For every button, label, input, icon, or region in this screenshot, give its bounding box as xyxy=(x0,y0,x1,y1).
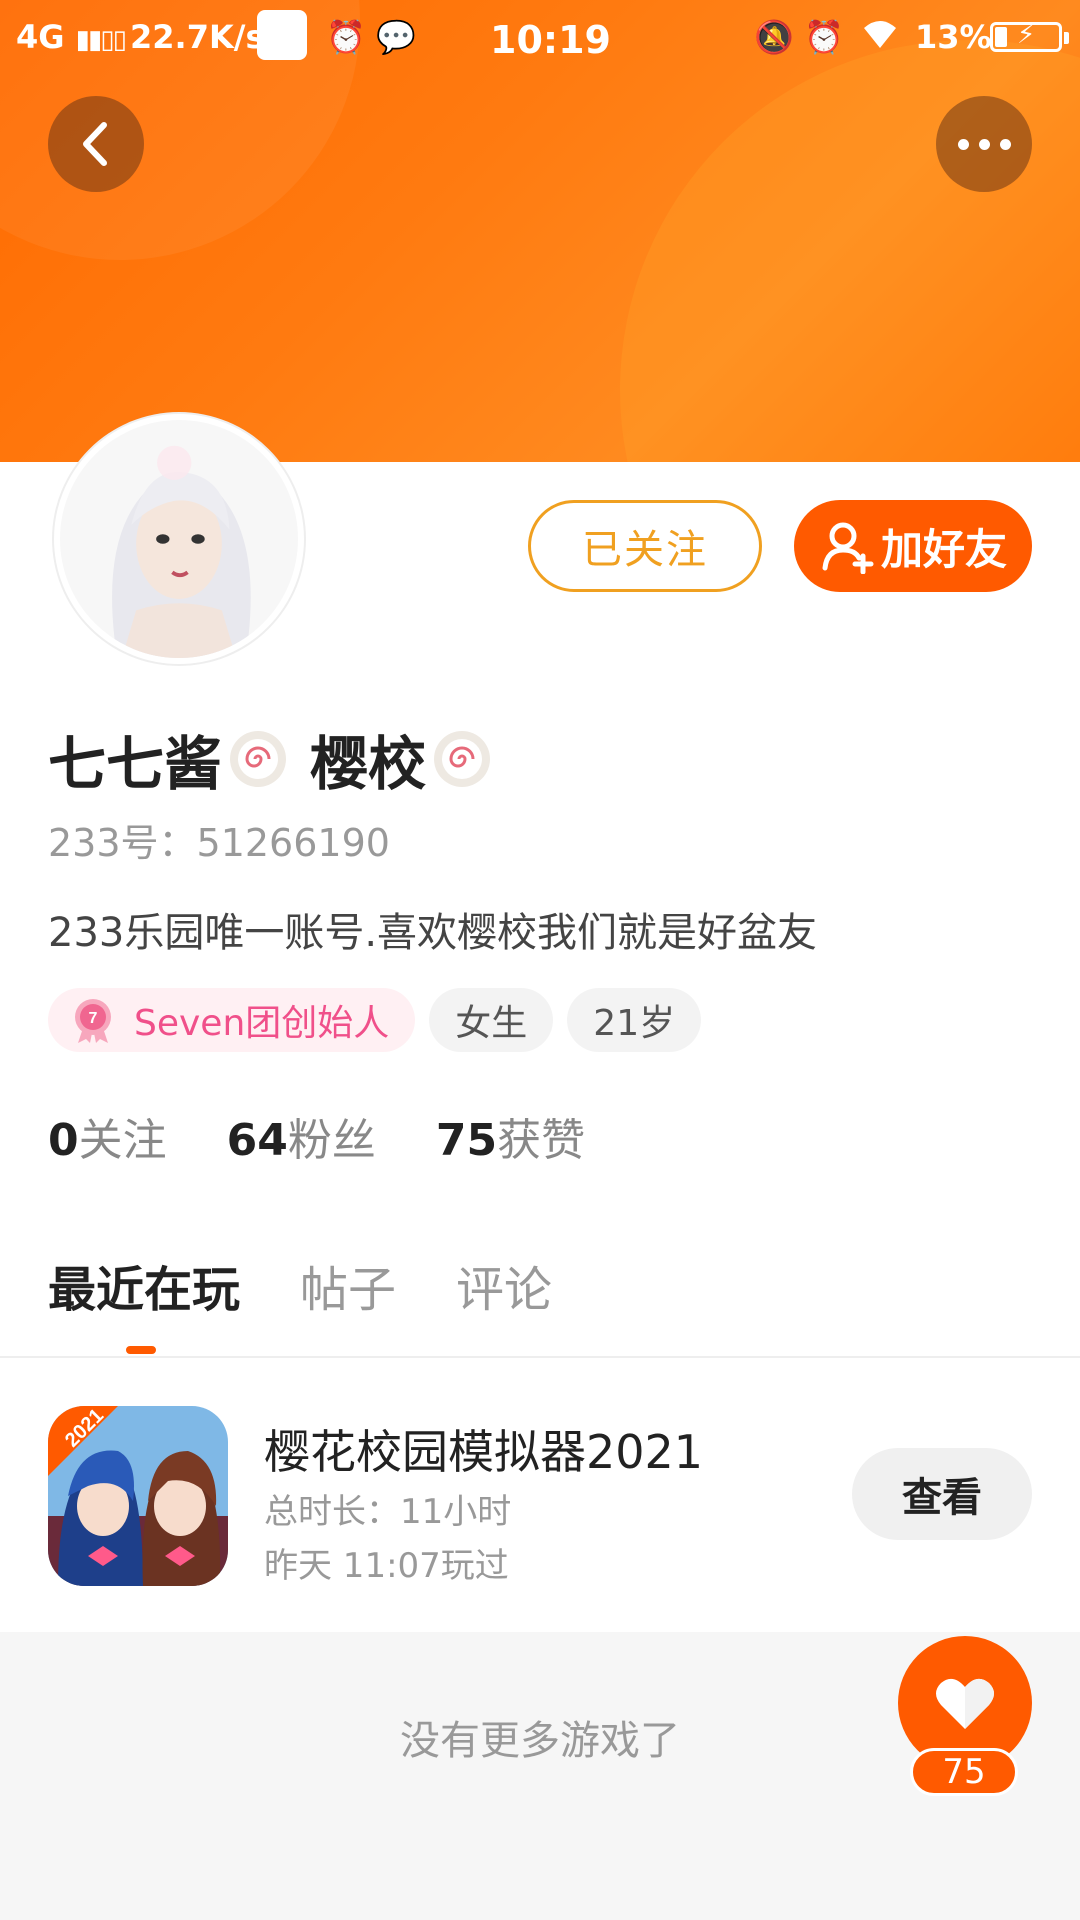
followed-button[interactable]: 已关注 xyxy=(528,500,762,592)
tag-age[interactable]: 21岁 xyxy=(567,988,702,1052)
add-user-icon xyxy=(822,522,874,574)
game-title: 樱花校园模拟器2021 xyxy=(264,1425,704,1479)
user-id: 233号：51266190 xyxy=(48,821,390,865)
active-tab-indicator xyxy=(126,1346,156,1354)
profile-page: 4G ▮▮▯▯ 22.7K/s ⏰ 💬 10:19 🔕 ⏰ 13% ⚡ 已关注 … xyxy=(0,0,1080,1920)
stat-following[interactable]: 0关注 xyxy=(48,1104,167,1168)
svg-text:7: 7 xyxy=(89,1010,98,1027)
battery-icon: ⚡ xyxy=(990,20,1069,52)
bio: 233乐园唯一账号.喜欢樱校我们就是好盆友 xyxy=(48,910,818,956)
add-friend-label: 加好友 xyxy=(880,524,1007,574)
candy-badge-icon xyxy=(434,731,491,787)
notification-app-icon xyxy=(257,10,307,60)
profile-tabs: 最近在玩 帖子 评论 xyxy=(48,1250,552,1320)
add-friend-button[interactable]: 加好友 xyxy=(794,500,1032,592)
profile-tags: 7 Seven团创始人 女生 21岁 xyxy=(48,988,702,1052)
tag-label: Seven团创始人 xyxy=(134,1003,390,1044)
list-item[interactable]: 2021 樱花校园模拟器2021 总时长：11小时 昨天 11:07玩过 查看 xyxy=(0,1380,1080,1632)
status-bar: 4G ▮▮▯▯ 22.7K/s ⏰ 💬 10:19 🔕 ⏰ 13% ⚡ xyxy=(0,0,1080,76)
wifi-icon xyxy=(860,18,900,60)
profile-name: 七七酱 樱校 xyxy=(48,724,502,798)
network-indicator: 4G ▮▮▯▯ xyxy=(16,18,127,56)
more-dots-icon xyxy=(957,138,1011,150)
name-part1: 七七酱 xyxy=(48,730,223,798)
game-last-played: 昨天 11:07玩过 xyxy=(264,1546,509,1586)
tab-posts[interactable]: 帖子 xyxy=(300,1250,396,1320)
divider xyxy=(0,1356,1080,1358)
fans-label: 粉丝 xyxy=(287,1115,376,1166)
tab-recent-playing[interactable]: 最近在玩 xyxy=(48,1250,240,1320)
alarm-icon: ⏰ xyxy=(804,18,844,56)
name-part2: 樱校 xyxy=(310,730,427,798)
candy-badge-icon xyxy=(230,731,287,787)
avatar[interactable] xyxy=(54,414,304,664)
clock: 10:19 xyxy=(490,18,611,62)
game-duration: 总时长：11小时 xyxy=(264,1492,512,1532)
profile-stats: 0关注 64粉丝 75获赞 xyxy=(48,1104,585,1168)
tag-founder[interactable]: 7 Seven团创始人 xyxy=(48,988,416,1052)
stat-likes[interactable]: 75获赞 xyxy=(436,1104,585,1168)
following-count: 0 xyxy=(48,1115,79,1166)
fans-count: 64 xyxy=(226,1115,288,1166)
medal-icon: 7 xyxy=(75,999,111,1043)
alarm-icon: ⏰ xyxy=(326,18,366,56)
network-speed: 22.7K/s xyxy=(130,18,265,56)
more-options-button[interactable] xyxy=(936,96,1032,192)
view-game-button[interactable]: 查看 xyxy=(852,1448,1032,1540)
stat-fans[interactable]: 64粉丝 xyxy=(227,1104,376,1168)
heart-icon xyxy=(936,1678,994,1729)
game-icon: 2021 xyxy=(48,1406,228,1586)
mute-icon: 🔕 xyxy=(754,18,794,56)
battery-percent: 13% xyxy=(915,18,992,56)
like-count-badge: 75 xyxy=(910,1748,1018,1796)
following-label: 关注 xyxy=(78,1115,167,1166)
likes-label: 获赞 xyxy=(497,1115,586,1166)
chat-icon: 💬 xyxy=(376,18,416,56)
back-button[interactable] xyxy=(48,96,144,192)
tab-comments[interactable]: 评论 xyxy=(456,1250,552,1320)
tag-gender[interactable]: 女生 xyxy=(429,988,554,1052)
likes-count: 75 xyxy=(435,1115,498,1166)
chevron-left-icon xyxy=(83,122,107,166)
